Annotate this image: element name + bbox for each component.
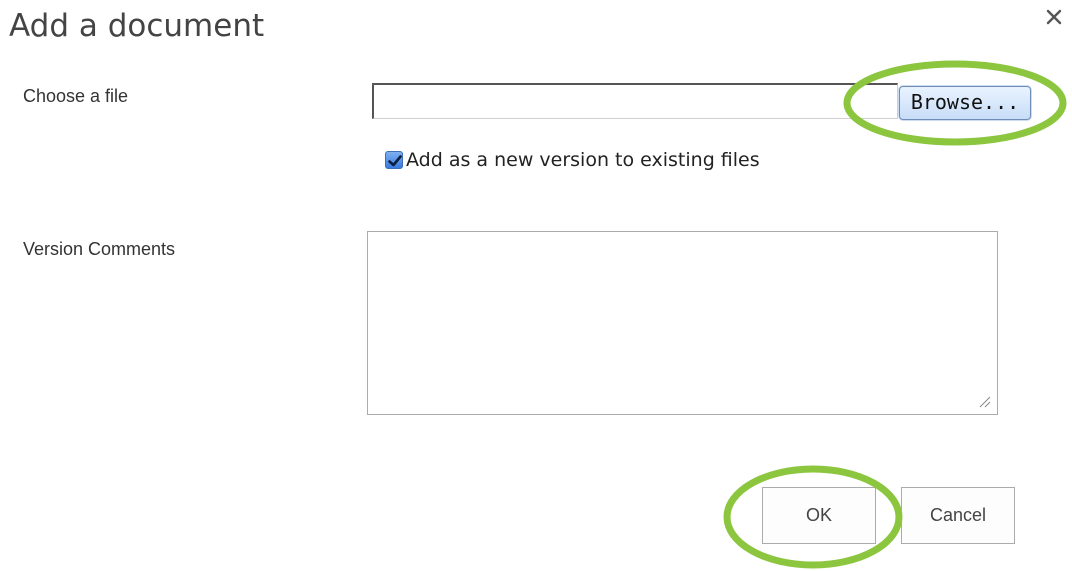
checkmark-icon	[388, 155, 402, 167]
dialog-title: Add a document	[9, 8, 265, 44]
close-icon[interactable]	[1043, 6, 1065, 28]
file-path-input[interactable]	[372, 83, 898, 119]
browse-button[interactable]: Browse...	[899, 86, 1031, 120]
add-as-new-version-checkbox[interactable]	[385, 151, 403, 169]
version-comments-textarea[interactable]	[367, 231, 998, 415]
resize-grip-icon[interactable]	[977, 394, 991, 408]
choose-file-label: Choose a file	[23, 86, 129, 106]
add-as-new-version-label[interactable]: Add as a new version to existing files	[406, 149, 760, 171]
add-document-dialog: Add a document Choose a file Browse... A…	[0, 0, 1072, 571]
version-comments-label: Version Comments	[23, 239, 176, 259]
ok-button[interactable]: OK	[762, 487, 876, 544]
cancel-button[interactable]: Cancel	[901, 487, 1015, 544]
